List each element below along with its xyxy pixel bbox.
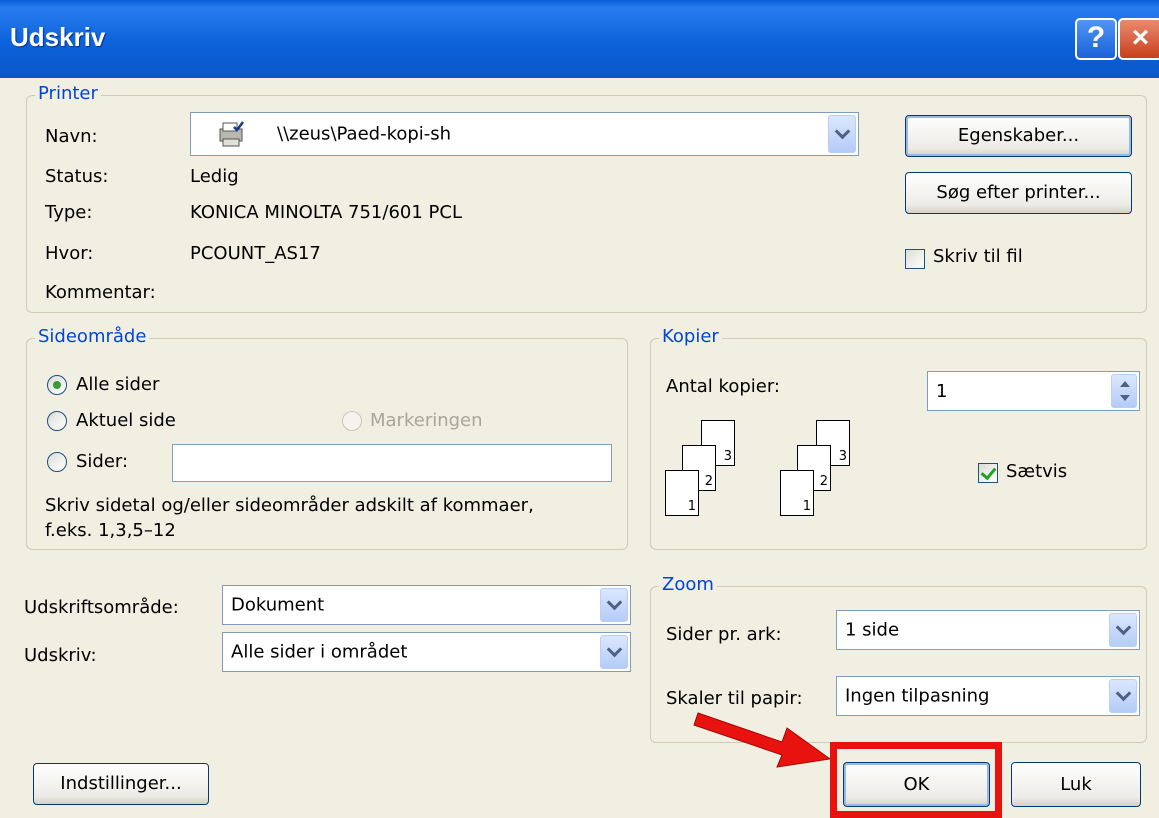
- cancel-button[interactable]: Luk: [1011, 762, 1141, 807]
- all-pages-label[interactable]: Alle sider: [76, 374, 159, 395]
- all-pages-radio[interactable]: [47, 375, 67, 395]
- pages-per-sheet-value: 1 side: [845, 619, 900, 641]
- printer-name-combo[interactable]: \\zeus\Paed-kopi-sh: [190, 112, 859, 156]
- pages-radio[interactable]: [47, 452, 67, 472]
- printer-name-value: \\zeus\Paed-kopi-sh: [277, 123, 452, 145]
- collate-label[interactable]: Sætvis: [1006, 461, 1067, 482]
- page-range-legend: Sideområde: [35, 326, 150, 347]
- options-button-label: Indstillinger...: [60, 773, 182, 794]
- chevron-down-icon[interactable]: [828, 115, 856, 153]
- status-value: Ledig: [190, 166, 239, 187]
- copies-count-value: 1: [936, 381, 948, 402]
- print-value: Alle sider i området: [231, 641, 408, 663]
- print-area-value: Dokument: [231, 594, 325, 616]
- close-window-button[interactable]: ×: [1118, 18, 1159, 60]
- comment-label: Kommentar:: [45, 282, 156, 303]
- type-label: Type:: [45, 202, 93, 223]
- collate-page-1: 1: [780, 470, 814, 516]
- options-button[interactable]: Indstillinger...: [33, 763, 209, 805]
- chevron-down-icon[interactable]: [1109, 679, 1137, 713]
- page-number: 2: [819, 474, 828, 489]
- pages-input[interactable]: [172, 444, 612, 482]
- pages-per-sheet-label: Sider pr. ark:: [666, 624, 782, 645]
- spin-stepper-icon[interactable]: [1111, 374, 1137, 408]
- collate-illustration-1: 3 2 1: [665, 420, 755, 530]
- collate-illustration-2: 3 2 1: [780, 420, 870, 530]
- annotation-arrow: [693, 712, 832, 768]
- help-icon: ?: [1086, 21, 1106, 54]
- print-area-label: Udskriftsområde:: [24, 597, 179, 618]
- page-range-hint-line2: f.eks. 1,3,5–12: [45, 520, 176, 541]
- collate-page-1: 1: [665, 470, 699, 516]
- page-range-hint-line1: Skriv sidetal og/eller sideområder adski…: [45, 495, 534, 516]
- chevron-down-icon[interactable]: [600, 635, 628, 669]
- page-number: 2: [704, 474, 713, 489]
- close-icon: ×: [1131, 21, 1150, 54]
- help-button[interactable]: ?: [1075, 18, 1117, 60]
- selection-label: Markeringen: [370, 410, 483, 431]
- current-page-radio[interactable]: [47, 411, 67, 431]
- properties-button-label: Egenskaber...: [957, 125, 1080, 146]
- where-label: Hvor:: [45, 243, 94, 264]
- page-number: 3: [838, 449, 847, 464]
- properties-button[interactable]: Egenskaber...: [905, 115, 1132, 157]
- print-combo[interactable]: Alle sider i området: [222, 632, 631, 672]
- chevron-down-icon[interactable]: [600, 588, 628, 622]
- print-label: Udskriv:: [24, 645, 97, 666]
- print-to-file-label[interactable]: Skriv til fil: [933, 246, 1023, 267]
- scale-combo[interactable]: Ingen tilpasning: [836, 676, 1140, 716]
- collate-checkbox[interactable]: [978, 463, 998, 483]
- type-value: KONICA MINOLTA 751/601 PCL: [190, 202, 462, 223]
- chevron-down-icon[interactable]: [1109, 613, 1137, 647]
- find-printer-button[interactable]: Søg efter printer...: [905, 172, 1132, 214]
- page-number: 1: [687, 499, 696, 514]
- printer-name-label: Navn:: [45, 126, 98, 147]
- print-area-combo[interactable]: Dokument: [222, 585, 631, 625]
- status-label: Status:: [45, 166, 109, 187]
- ok-highlight-box: [830, 742, 1002, 818]
- printer-legend: Printer: [35, 83, 101, 104]
- title-bar[interactable]: Udskriv ? ×: [0, 0, 1159, 78]
- where-value: PCOUNT_AS17: [190, 243, 321, 264]
- copies-count-label: Antal kopier:: [666, 376, 780, 397]
- page-number: 1: [802, 499, 811, 514]
- current-page-label[interactable]: Aktuel side: [76, 410, 176, 431]
- printer-icon: [217, 119, 247, 149]
- pages-label[interactable]: Sider:: [76, 451, 128, 472]
- find-printer-button-label: Søg efter printer...: [936, 182, 1101, 203]
- page-number: 3: [723, 449, 732, 464]
- copies-count-input[interactable]: 1: [927, 371, 1140, 411]
- window-title: Udskriv: [10, 22, 106, 52]
- print-to-file-checkbox[interactable]: [905, 249, 925, 269]
- cancel-button-label: Luk: [1060, 774, 1092, 795]
- scale-value: Ingen tilpasning: [845, 685, 990, 707]
- selection-radio: [342, 411, 362, 431]
- copies-legend: Kopier: [659, 326, 722, 347]
- pages-per-sheet-combo[interactable]: 1 side: [836, 610, 1140, 650]
- zoom-legend: Zoom: [659, 574, 717, 595]
